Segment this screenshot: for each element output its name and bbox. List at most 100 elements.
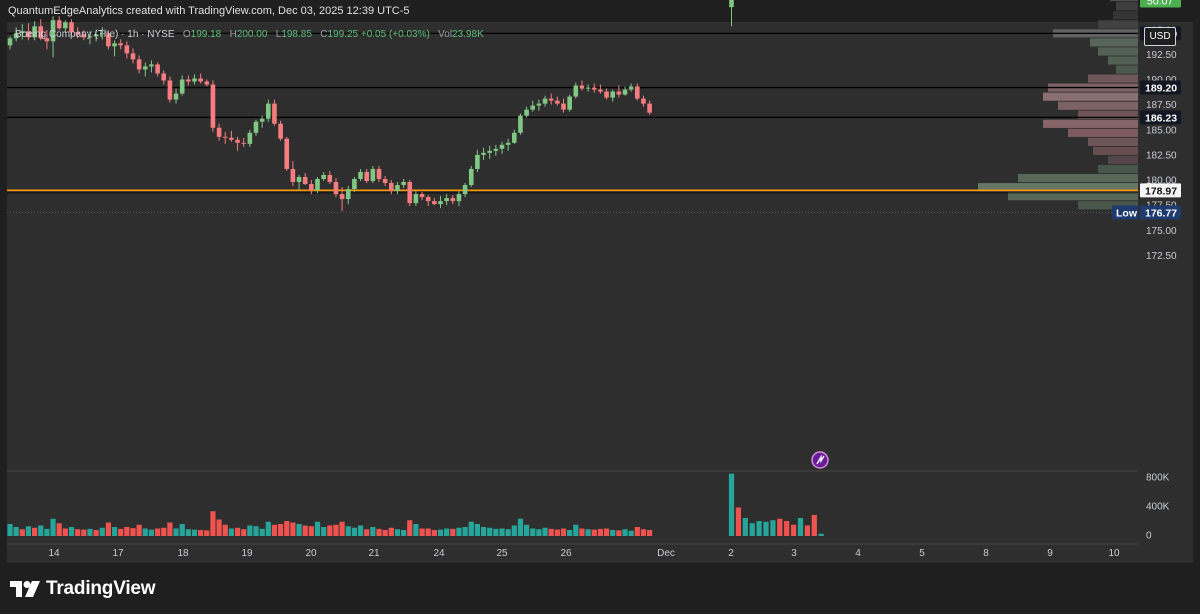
volume-bar — [524, 524, 530, 536]
candle — [315, 178, 320, 191]
candle-countdown: 50:07 — [1147, 0, 1173, 8]
volume-bar — [567, 530, 573, 536]
tradingview-logo-icon — [10, 581, 40, 597]
time-tick-label: 17 — [112, 548, 124, 559]
volume-bar — [13, 527, 19, 536]
candle — [579, 85, 585, 89]
candle — [143, 66, 148, 70]
volume-bar — [431, 530, 437, 536]
tradingview-logo-text: TradingView — [46, 578, 156, 599]
time-tick-label: Dec — [657, 548, 675, 559]
volume-bar — [210, 511, 216, 536]
volume-bar — [770, 520, 776, 536]
candle — [345, 189, 351, 200]
level-label: 186.23 — [1145, 112, 1177, 124]
volume-bar — [811, 515, 817, 536]
candle — [432, 201, 437, 205]
volume-bar — [487, 527, 493, 536]
volume-bar — [444, 528, 450, 536]
volume-bar — [136, 524, 142, 536]
volume-profile-bar — [1068, 128, 1138, 137]
candle — [155, 64, 160, 74]
volume-bar — [265, 521, 271, 536]
volume-bar — [536, 529, 542, 536]
symbol-label[interactable]: Boeing Company (The) · 1h · NYSE — [15, 29, 175, 40]
price-chart[interactable]: 210.00207.50205.00202.50200.00197.50195.… — [0, 0, 1200, 614]
volume-bar — [284, 521, 290, 536]
volume-bar — [333, 524, 339, 536]
volume-tick-label: 400K — [1146, 502, 1170, 513]
volume-bar — [339, 521, 345, 536]
volume-bar — [474, 524, 480, 536]
candle — [462, 185, 468, 195]
time-tick-label: 26 — [560, 548, 572, 559]
candle — [512, 132, 517, 143]
volume-bar — [791, 524, 797, 536]
volume-bar — [155, 528, 161, 536]
volume-profile-bar — [1058, 101, 1138, 110]
volume-bar — [728, 473, 735, 536]
candle — [604, 91, 609, 98]
volume-bar — [296, 524, 302, 536]
volume-bar — [425, 528, 431, 536]
volume-bar — [450, 528, 456, 536]
volume-bar — [93, 530, 99, 536]
candle — [259, 118, 265, 122]
volume-bar — [370, 527, 376, 536]
candle — [235, 139, 240, 143]
volume-bar — [327, 525, 333, 536]
candle — [130, 53, 136, 60]
volume-bar — [388, 527, 394, 536]
volume-profile-bar — [1116, 65, 1138, 74]
time-tick-label: 21 — [368, 548, 380, 559]
candle — [327, 174, 333, 183]
candle — [548, 98, 554, 101]
time-tick-label: 5 — [919, 548, 925, 559]
volume-bar — [19, 529, 25, 536]
candle — [204, 81, 210, 85]
volume-bar — [517, 518, 524, 536]
volume-bar — [585, 529, 591, 536]
volume-bar — [756, 521, 762, 536]
volume-bar — [542, 527, 548, 536]
volume-profile-bar — [1116, 2, 1138, 11]
volume-bar — [50, 518, 56, 536]
candle — [118, 43, 123, 46]
candle — [284, 138, 290, 169]
volume-bar — [130, 528, 136, 536]
volume-bar — [735, 507, 741, 536]
volume-bar — [25, 526, 32, 536]
time-tick-label: 2 — [728, 548, 734, 559]
candle — [241, 142, 246, 144]
volume-bar — [68, 527, 75, 536]
candle — [7, 38, 13, 46]
volume-tick-label: 0 — [1146, 531, 1152, 542]
price-tick-label: 182.50 — [1146, 150, 1177, 161]
volume-bar — [38, 525, 44, 536]
candle — [333, 182, 339, 195]
candle — [198, 78, 203, 82]
time-tick-label: 10 — [1108, 548, 1120, 559]
candle — [352, 178, 357, 190]
volume-bar — [111, 527, 118, 536]
candle — [425, 197, 431, 202]
time-tick-label: 20 — [305, 548, 317, 559]
currency-badge[interactable]: USD — [1144, 27, 1176, 46]
volume-bar — [597, 528, 603, 536]
volume-bar — [351, 527, 357, 536]
candle — [419, 194, 425, 198]
high-label: H — [229, 29, 237, 40]
volume-bar — [191, 529, 198, 536]
volume-bar — [357, 525, 364, 536]
volume-bar — [278, 524, 284, 536]
candle — [616, 91, 622, 95]
candle — [542, 98, 548, 104]
candle — [450, 198, 456, 202]
volume-profile — [978, 0, 1138, 210]
volume-bar — [610, 530, 616, 536]
volume-bar — [44, 528, 50, 536]
candle — [124, 45, 130, 54]
tradingview-logo[interactable]: TradingView — [10, 578, 156, 600]
volume-bar — [179, 524, 185, 536]
candle — [290, 168, 296, 183]
